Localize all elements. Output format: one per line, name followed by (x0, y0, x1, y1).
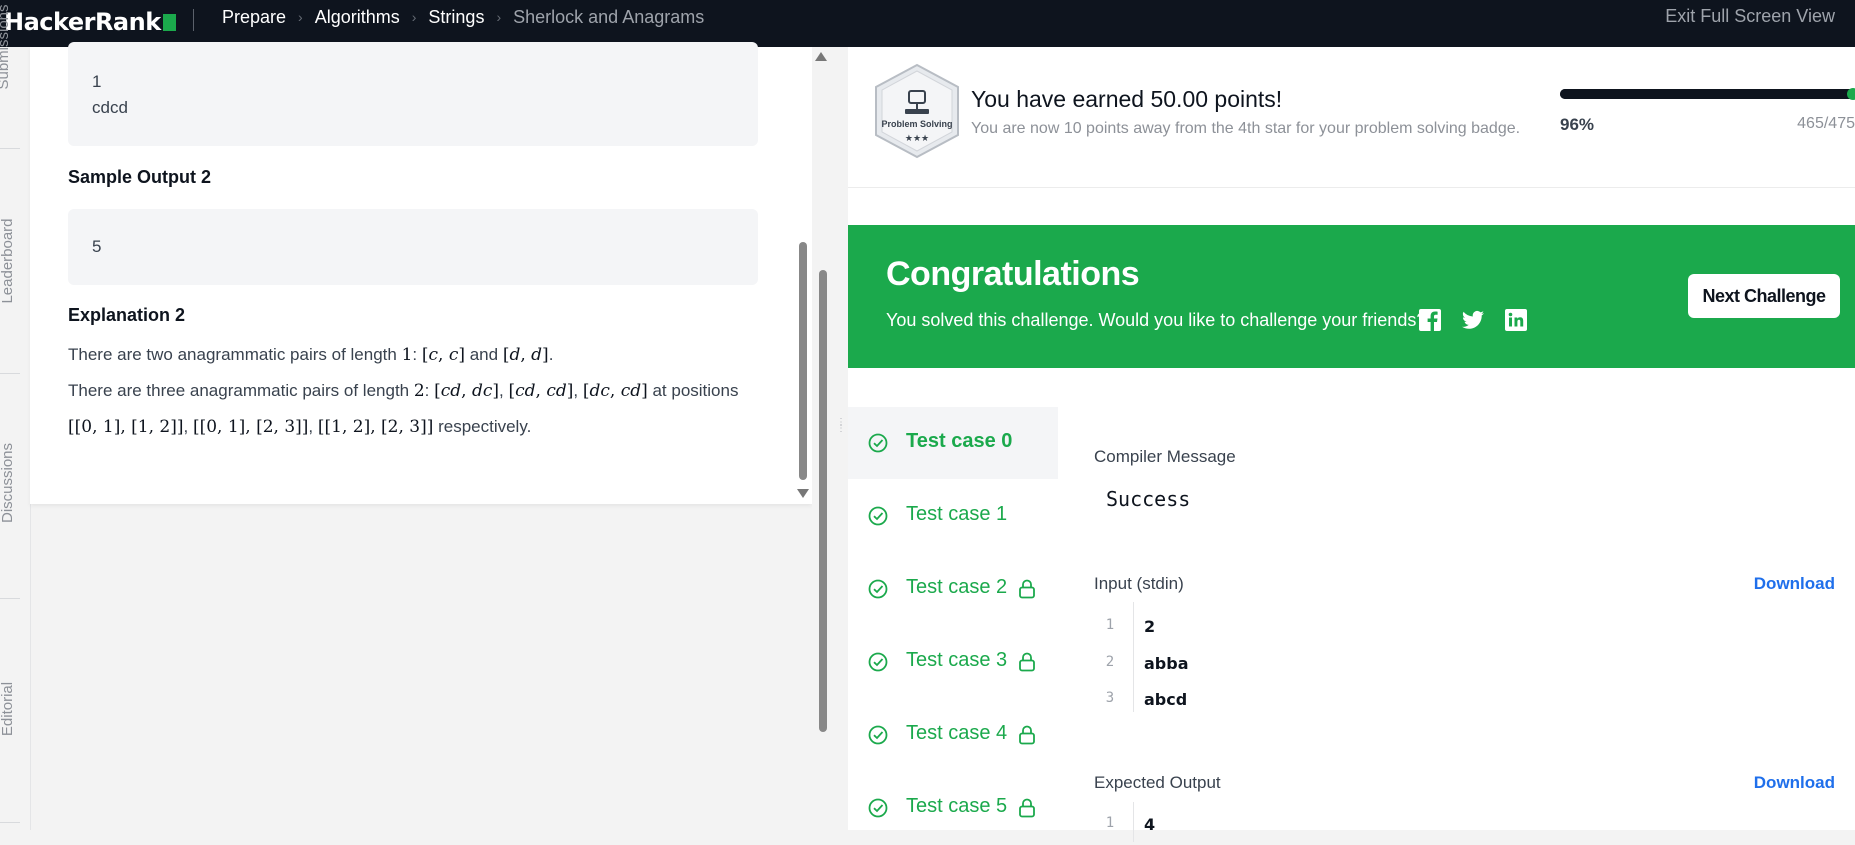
logo-text: HackerRank (4, 8, 161, 36)
logo-square-icon (162, 14, 176, 31)
sample-input-line: cdcd (92, 98, 128, 117)
sample-output-value: 5 (92, 237, 102, 256)
progress-fill (1560, 89, 1844, 99)
test-case-label: Test case 5 (906, 795, 1008, 817)
problem-solving-badge-icon: Problem Solving ★★★ (875, 63, 959, 159)
tab-divider (0, 373, 20, 374)
drag-handle-icon[interactable]: ⋮⋮ (836, 418, 846, 470)
test-case-label: Test case 2 (906, 576, 1008, 598)
breadcrumb-strings[interactable]: Strings (428, 7, 484, 28)
facebook-icon[interactable] (1418, 308, 1442, 332)
download-input-link[interactable]: Download (1754, 574, 1835, 594)
progress-percent: 96% (1560, 115, 1595, 134)
svg-text:★★★: ★★★ (905, 134, 929, 144)
expected-output-label: Expected Output (1094, 773, 1221, 792)
sample-output-box: 5 (68, 209, 758, 285)
progress-count: 465/475 (1797, 115, 1855, 132)
lock-icon (1019, 652, 1035, 672)
results-panel: Problem Solving ★★★ You have earned 50.0… (848, 47, 1855, 842)
line-gutter (1133, 602, 1134, 712)
tab-divider (0, 598, 20, 599)
explanation-line-3: [[0, 1], [1, 2]], [[0, 1], [2, 3]], [[1,… (68, 417, 532, 437)
chevron-right-icon: › (298, 9, 303, 25)
test-case-label: Test case 4 (906, 722, 1008, 744)
congratulations-title: Congratulations (886, 255, 1140, 293)
check-circle-icon (868, 798, 888, 818)
test-case-label: Test case 3 (906, 649, 1008, 671)
congratulations-banner: Congratulations You solved this challeng… (848, 225, 1855, 368)
points-earned-title: You have earned 50.00 points! (971, 86, 1283, 112)
tab-leaderboard[interactable]: Leaderboard (0, 196, 19, 326)
test-case-tab-4[interactable]: Test case 4 (848, 699, 1058, 771)
hackerrank-logo[interactable]: HackerRank (4, 8, 176, 36)
problem-statement: 1 cdcd Sample Output 2 5 Explanation 2 T… (30, 42, 812, 504)
test-case-label: Test case 1 (906, 503, 1008, 525)
tab-divider (0, 148, 20, 149)
breadcrumb-algorithms[interactable]: Algorithms (315, 7, 400, 28)
breadcrumb-prepare[interactable]: Prepare (222, 7, 286, 28)
svg-text:Problem Solving: Problem Solving (881, 119, 952, 129)
test-case-tab-1[interactable]: Test case 1 (848, 480, 1058, 552)
test-case-tab-3[interactable]: Test case 3 (848, 626, 1058, 698)
congratulations-subtitle: You solved this challenge. Would you lik… (886, 310, 1427, 330)
test-case-tab-5[interactable]: Test case 5 (848, 772, 1058, 844)
explanation-line-2: There are three anagrammatic pairs of le… (68, 381, 739, 401)
test-case-tab-0[interactable]: Test case 0 (848, 407, 1058, 479)
tab-divider (0, 822, 20, 823)
problem-scrollbar[interactable] (799, 242, 807, 480)
panel-splitter[interactable] (812, 47, 848, 830)
lock-icon (1019, 798, 1035, 818)
download-expected-link[interactable]: Download (1754, 773, 1835, 793)
sample-input-box: 1 cdcd (68, 42, 758, 146)
scroll-down-arrow-icon[interactable] (797, 489, 809, 498)
breadcrumb: Prepare › Algorithms › Strings › Sherloc… (222, 0, 704, 34)
sample-input-line: 1 (92, 72, 102, 91)
check-circle-icon (868, 506, 888, 526)
check-circle-icon (868, 433, 888, 453)
progress-knob (1847, 88, 1855, 100)
nav-divider (193, 9, 194, 31)
explanation-line-1: There are two anagrammatic pairs of leng… (68, 345, 554, 365)
side-tabs: Submissions Leaderboard Discussions Edit… (0, 4, 31, 830)
exit-fullscreen-link[interactable]: Exit Full Screen View (1665, 6, 1835, 27)
linkedin-icon[interactable] (1504, 308, 1528, 332)
check-circle-icon (868, 652, 888, 672)
chevron-right-icon: › (411, 9, 417, 25)
explanation-heading: Explanation 2 (68, 305, 186, 325)
badge-progress-bar (1560, 88, 1855, 100)
sample-output-heading: Sample Output 2 (68, 167, 212, 187)
chevron-right-icon: › (496, 9, 502, 25)
lock-icon (1019, 579, 1035, 599)
test-case-tab-2[interactable]: Test case 2 (848, 553, 1058, 625)
compiler-message-value: Success (1106, 487, 1191, 511)
scroll-up-arrow-icon[interactable] (815, 52, 827, 61)
line-gutter (1133, 802, 1134, 842)
tab-submissions[interactable]: Submissions (0, 0, 15, 112)
breadcrumb-current: Sherlock and Anagrams (513, 6, 705, 27)
explanation-text: There are two anagrammatic pairs of leng… (68, 337, 768, 445)
top-navbar: HackerRank Prepare › Algorithms › String… (0, 0, 1855, 47)
test-case-label: Test case 0 (906, 430, 1013, 452)
twitter-icon[interactable] (1461, 308, 1485, 332)
compiler-message-label: Compiler Message (1094, 447, 1236, 466)
page-scrollbar[interactable] (819, 270, 827, 732)
input-label: Input (stdin) (1094, 574, 1184, 593)
tab-editorial[interactable]: Editorial (0, 644, 19, 774)
check-circle-icon (868, 579, 888, 599)
points-earned-subtitle: You are now 10 points away from the 4th … (971, 120, 1521, 137)
lock-icon (1019, 725, 1035, 745)
points-earned-banner: Problem Solving ★★★ You have earned 50.0… (848, 47, 1855, 188)
next-challenge-button[interactable]: Next Challenge (1688, 274, 1840, 318)
check-circle-icon (868, 725, 888, 745)
tab-discussions[interactable]: Discussions (0, 418, 19, 548)
